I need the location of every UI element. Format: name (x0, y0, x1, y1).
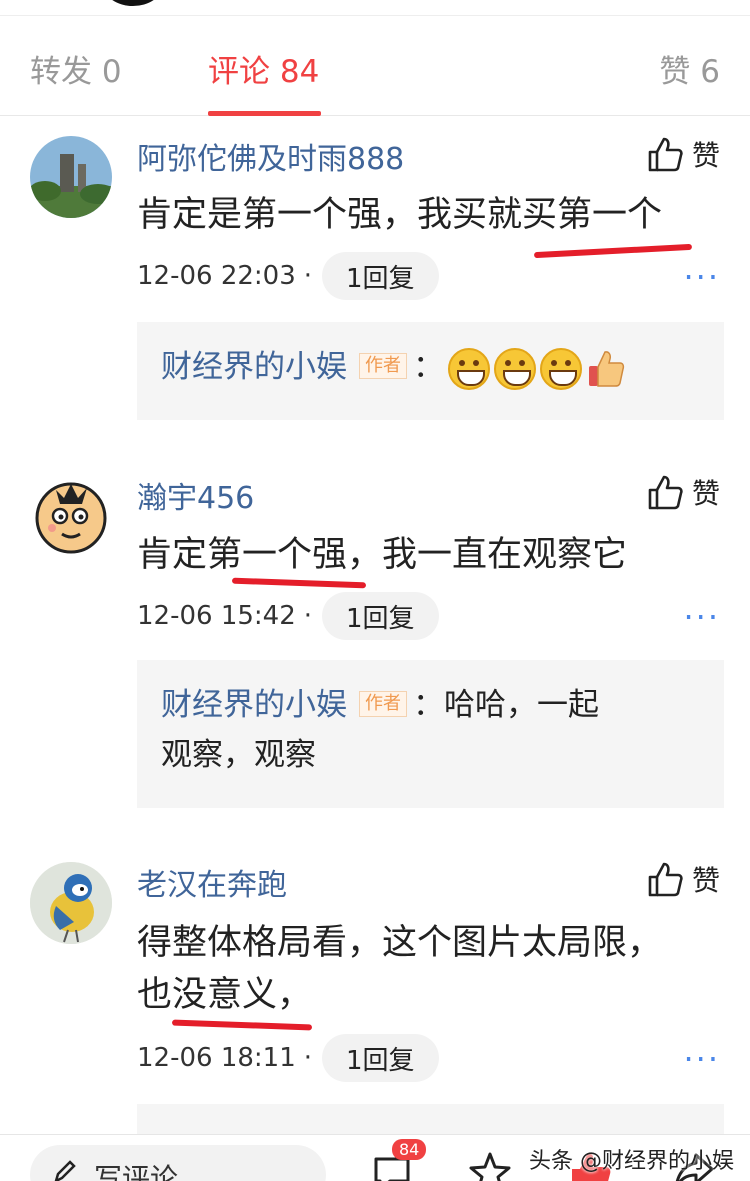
top-header-sliver (0, 0, 750, 16)
more-options-icon[interactable]: ··· (683, 1040, 720, 1078)
reply-text: 哈哈，一起 (444, 687, 599, 723)
separator-dot: · (303, 601, 313, 631)
pen-icon (54, 1160, 76, 1181)
tab-bar: 转发 0 评论 84 赞 6 (0, 16, 750, 116)
like-label: 赞 (691, 477, 720, 510)
like-label: 赞 (691, 139, 720, 172)
like-button[interactable]: 赞 (646, 134, 720, 174)
separator-dot: · (303, 261, 313, 291)
reply-count-button[interactable]: 1回复 (322, 1034, 439, 1082)
like-button[interactable]: 赞 (646, 472, 720, 512)
reply-preview[interactable]: 财经界的小娱 作者 ：哈哈，一起 观察，观察 (137, 660, 724, 808)
comment-time: 12-06 18:11 (137, 1043, 296, 1073)
comment-time: 12-06 15:42 (137, 601, 296, 631)
tab-forward[interactable]: 转发 0 (30, 46, 122, 91)
comment-meta: 12-06 22:03 · 1回复 (137, 252, 439, 300)
more-options-icon[interactable]: ··· (683, 258, 720, 296)
user-avatar[interactable] (30, 862, 112, 944)
thumbs-up-icon (648, 475, 683, 510)
comment-text: 得整体格局看，这个图片太局限， (137, 923, 663, 963)
red-underline-annotation (533, 243, 693, 259)
reply-author[interactable]: 财经界的小娱 (161, 349, 347, 385)
comment-text: 肯定第一个强，我一直在观察它 (137, 535, 628, 575)
username[interactable]: 瀚宇456 (137, 473, 254, 517)
thumbs-up-icon (648, 137, 683, 172)
like-button[interactable]: 赞 (646, 859, 720, 899)
like-label: 赞 (691, 864, 720, 897)
reply-colon: ： (413, 349, 444, 385)
username[interactable]: 老汉在奔跑 (137, 860, 287, 904)
red-underline-annotation (171, 1019, 313, 1031)
bottom-action-bar: 写评论 84 头条 @财经界的小娱 (0, 1134, 750, 1181)
comment-time: 12-06 22:03 (137, 261, 296, 291)
comment-text: 肯定是第一个强，我买就买第一个 (137, 195, 663, 235)
user-avatar[interactable] (30, 474, 112, 556)
watermark: 头条 @财经界的小娱 (529, 1149, 734, 1174)
author-badge: 作者 (359, 691, 407, 717)
reply-count-button[interactable]: 1回复 (322, 592, 439, 640)
comment-count-badge: 84 (392, 1139, 427, 1160)
reply-preview[interactable]: 财经界的小娱 作者： (137, 322, 724, 420)
star-icon[interactable] (466, 1149, 514, 1181)
header-avatar-fragment (104, 0, 162, 6)
grin-emoji-icon (540, 347, 582, 390)
comment-meta: 12-06 18:11 · 1回复 (137, 1034, 439, 1082)
reply-colon: ： (413, 687, 444, 723)
user-avatar[interactable] (30, 136, 112, 218)
author-badge: 作者 (359, 353, 407, 379)
username[interactable]: 阿弥佗佛及时雨888 (137, 134, 404, 178)
comment-meta: 12-06 15:42 · 1回复 (137, 592, 439, 640)
reply-preview[interactable] (137, 1104, 724, 1134)
tab-likes[interactable]: 赞 6 (659, 46, 720, 91)
thumbs-up-emoji-icon (589, 350, 625, 387)
separator-dot: · (303, 1043, 313, 1073)
grin-emoji-icon (494, 347, 536, 390)
active-tab-indicator (208, 111, 321, 116)
more-options-icon[interactable]: ··· (683, 598, 720, 636)
write-comment-label: 写评论 (94, 1162, 179, 1181)
thumbs-up-icon (648, 862, 683, 897)
reply-author[interactable]: 财经界的小娱 (161, 687, 347, 723)
grin-emoji-icon (448, 347, 490, 390)
write-comment-input[interactable]: 写评论 (30, 1145, 326, 1181)
comment-text: 也没意义， (137, 975, 313, 1015)
reply-text: 观察，观察 (161, 737, 316, 773)
reply-count-button[interactable]: 1回复 (322, 252, 439, 300)
tab-comments[interactable]: 评论 84 (208, 46, 319, 91)
